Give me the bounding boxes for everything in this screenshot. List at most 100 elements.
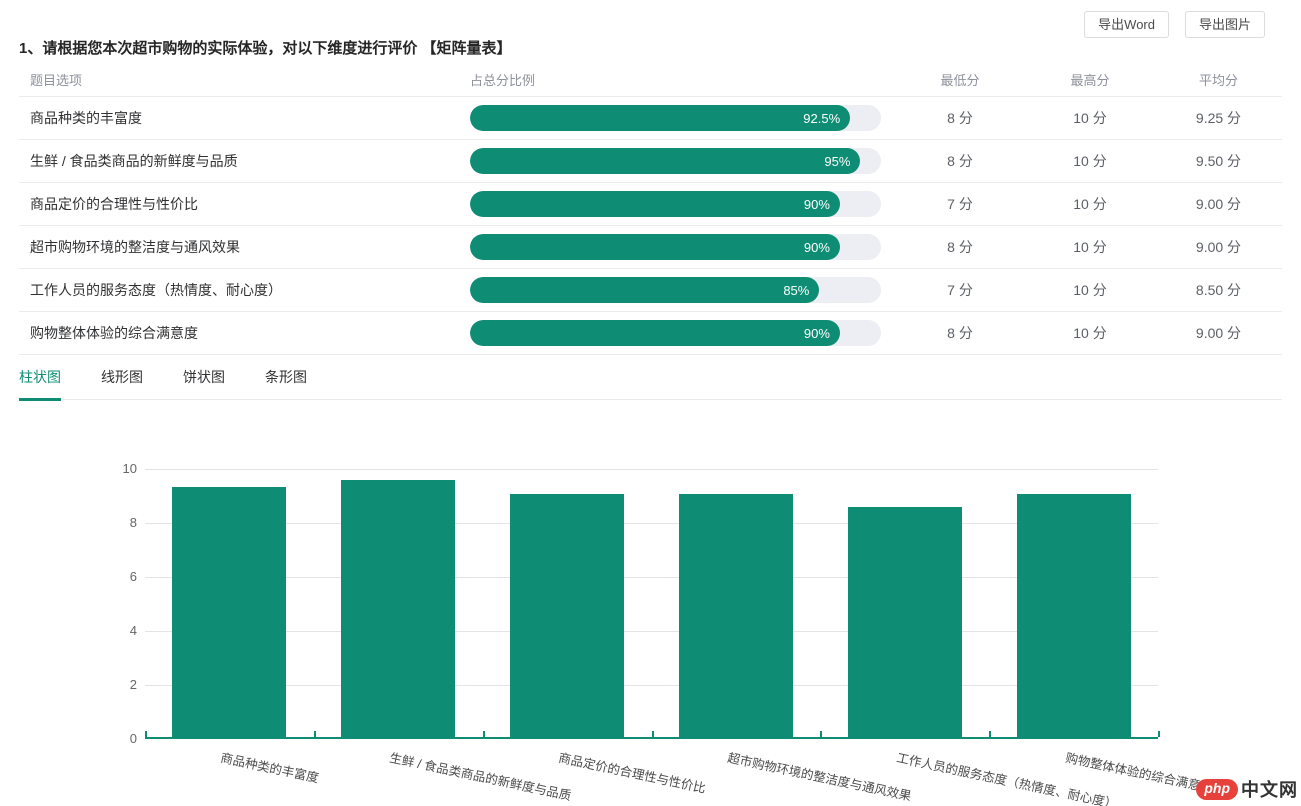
table-row: 生鲜 / 食品类商品的新鲜度与品质95% 8 分10 分9.50 分 (19, 140, 1282, 183)
table-row: 工作人员的服务态度（热情度、耐心度）85%7 分10 分8.50 分 (19, 269, 1282, 312)
max-score-cell: 10 分 (1025, 151, 1155, 171)
min-score-cell: 8 分 (895, 108, 1025, 128)
max-score-cell: 10 分 (1025, 280, 1155, 300)
ratio-cell: 90% (470, 320, 895, 346)
progress-fill: 92.5% (470, 105, 850, 131)
progress-fill: 95% (470, 148, 860, 174)
chart-bar (1017, 494, 1131, 737)
ratio-cell: 90% (470, 234, 895, 260)
x-axis-category-label: 商品种类的丰富度 (219, 747, 321, 786)
progress-percent-label: 92.5% (803, 111, 840, 126)
chart-type-tabs: 柱状图 线形图 饼状图 条形图 (19, 363, 1282, 400)
row-label: 购物整体体验的综合满意度 (19, 323, 470, 343)
row-label: 工作人员的服务态度（热情度、耐心度） (19, 280, 470, 300)
max-score-cell: 10 分 (1025, 323, 1155, 343)
row-label: 商品种类的丰富度 (19, 108, 470, 128)
gridline (145, 631, 1158, 632)
x-axis-category-label: 超市购物环境的整洁度与通风效果 (726, 747, 913, 805)
progress-fill: 90% (470, 191, 840, 217)
x-axis-tick (145, 731, 147, 737)
x-axis-tick (483, 731, 485, 737)
ratio-cell: 85% (470, 277, 895, 303)
table-body: 商品种类的丰富度92.5%8 分10 分9.25 分生鲜 / 食品类商品的新鲜度… (19, 97, 1282, 355)
question-title: 1、请根据您本次超市购物的实际体验，对以下维度进行评价 【矩阵量表】 (19, 37, 512, 58)
x-axis-tick (314, 731, 316, 737)
y-axis-tick-label: 0 (97, 731, 137, 747)
y-axis-tick-label: 6 (97, 569, 137, 585)
bar-chart: 0246810商品种类的丰富度生鲜 / 食品类商品的新鲜度与品质商品定价的合理性… (145, 469, 1158, 739)
progress-track: 85% (470, 277, 881, 303)
avg-score-cell: 9.25 分 (1155, 108, 1282, 128)
export-image-button[interactable]: 导出图片 (1185, 11, 1265, 38)
progress-track: 92.5% (470, 105, 881, 131)
gridline (145, 523, 1158, 524)
x-axis-tick (652, 731, 654, 737)
max-score-cell: 10 分 (1025, 194, 1155, 214)
ratio-cell: 90% (470, 191, 895, 217)
max-score-cell: 10 分 (1025, 108, 1155, 128)
row-label: 超市购物环境的整洁度与通风效果 (19, 237, 470, 257)
progress-track: 90% (470, 191, 881, 217)
tab-饼状图[interactable]: 饼状图 (183, 363, 225, 399)
x-axis-tick (1158, 731, 1160, 737)
progress-fill: 90% (470, 320, 840, 346)
table-row: 商品定价的合理性与性价比 90% 7 分10 分9.00 分 (19, 183, 1282, 226)
chart-bar (679, 494, 793, 737)
x-axis-category-label: 商品定价的合理性与性价比 (557, 747, 708, 797)
chart-bar (510, 494, 624, 737)
min-score-cell: 8 分 (895, 151, 1025, 171)
progress-percent-label: 90% (804, 197, 830, 212)
export-toolbar: 导出Word 导出图片 (1084, 11, 1265, 38)
row-label: 生鲜 / 食品类商品的新鲜度与品质 (19, 151, 470, 171)
progress-percent-label: 90% (804, 326, 830, 341)
x-axis-tick (820, 731, 822, 737)
avg-score-cell: 9.50 分 (1155, 151, 1282, 171)
x-axis-line (145, 737, 1158, 739)
min-score-cell: 8 分 (895, 323, 1025, 343)
x-axis-category-label: 生鲜 / 食品类商品的新鲜度与品质 (388, 747, 573, 804)
progress-track: 95% (470, 148, 881, 174)
y-axis-tick-label: 10 (97, 461, 137, 477)
tab-柱状图[interactable]: 柱状图 (19, 363, 61, 399)
header-option: 题目选项 (19, 70, 470, 89)
table-header-row: 题目选项 占总分比例 最低分 最高分 平均分 (19, 63, 1282, 97)
table-row: 购物整体体验的综合满意度 90% 8 分10 分9.00 分 (19, 312, 1282, 355)
ratio-cell: 95% (470, 148, 895, 174)
avg-score-cell: 8.50 分 (1155, 280, 1282, 300)
results-table: 题目选项 占总分比例 最低分 最高分 平均分 商品种类的丰富度92.5%8 分1… (19, 63, 1282, 355)
header-min: 最低分 (895, 70, 1025, 89)
progress-fill: 90% (470, 234, 840, 260)
php-logo-icon: php (1196, 779, 1238, 800)
avg-score-cell: 9.00 分 (1155, 194, 1282, 214)
y-axis-tick-label: 2 (97, 677, 137, 693)
tab-线形图[interactable]: 线形图 (101, 363, 143, 399)
header-ratio: 占总分比例 (470, 70, 895, 89)
progress-track: 90% (470, 234, 881, 260)
chart-bar (172, 487, 286, 737)
export-word-button[interactable]: 导出Word (1084, 11, 1169, 38)
y-axis-tick-label: 4 (97, 623, 137, 639)
table-row: 商品种类的丰富度 92.5% 8 分10 分9.25 分 (19, 97, 1282, 140)
header-avg: 平均分 (1155, 70, 1282, 89)
gridline (145, 577, 1158, 578)
max-score-cell: 10 分 (1025, 237, 1155, 257)
header-max: 最高分 (1025, 70, 1155, 89)
chart-bar (848, 507, 962, 737)
gridline (145, 685, 1158, 686)
tab-条形图[interactable]: 条形图 (265, 363, 307, 399)
progress-percent-label: 90% (804, 240, 830, 255)
gridline (145, 469, 1158, 470)
avg-score-cell: 9.00 分 (1155, 323, 1282, 343)
progress-percent-label: 85% (783, 283, 809, 298)
row-label: 商品定价的合理性与性价比 (19, 194, 470, 214)
y-axis-tick-label: 8 (97, 515, 137, 531)
table-row: 超市购物环境的整洁度与通风效果 90% 8 分10 分9.00 分 (19, 226, 1282, 269)
watermark-site-name: 中文网 (1241, 776, 1298, 802)
progress-fill: 85% (470, 277, 819, 303)
avg-score-cell: 9.00 分 (1155, 237, 1282, 257)
x-axis-tick (989, 731, 991, 737)
chart-bar (341, 480, 455, 737)
survey-stats-page: 导出Word 导出图片 1、请根据您本次超市购物的实际体验，对以下维度进行评价 … (0, 0, 1301, 806)
min-score-cell: 7 分 (895, 194, 1025, 214)
min-score-cell: 8 分 (895, 237, 1025, 257)
